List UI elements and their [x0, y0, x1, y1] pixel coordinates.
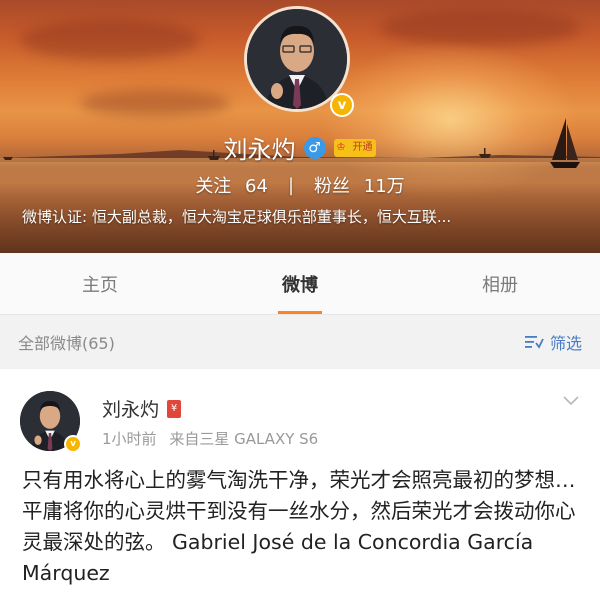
vip-badge[interactable]: ♔ 开通: [333, 138, 377, 157]
profile-stats: 关注 64 | 粉丝 11万: [0, 172, 600, 198]
crown-icon: ♔: [333, 138, 349, 157]
post-author-name[interactable]: 刘永灼: [102, 395, 159, 422]
red-packet-icon: ¥: [167, 399, 182, 418]
post-text: 只有用水将心上的雾气淘洗干净，荣光才会照亮最初的梦想…平庸将你的心灵烘干到没有一…: [22, 468, 576, 585]
post-source: 来自三星 GALAXY S6: [169, 430, 319, 448]
cloud-decoration: [380, 10, 580, 46]
post-meta: 1小时前 来自三星 GALAXY S6: [102, 428, 326, 449]
profile-name: 刘永灼: [223, 136, 296, 164]
post-time: 1小时前: [102, 430, 157, 448]
profile-tabs: 主页 微博 相册: [0, 253, 600, 315]
following-count: 64: [245, 176, 268, 197]
chevron-down-icon[interactable]: [562, 395, 580, 407]
male-icon: ♂: [303, 136, 326, 159]
person-avatar-image: [247, 9, 347, 109]
followers-stat[interactable]: 粉丝 11万: [314, 172, 405, 198]
filter-button-label: 筛选: [549, 334, 582, 353]
stats-separator: |: [287, 174, 295, 196]
filter-bar: 全部微博(65) 筛选: [0, 315, 600, 369]
tab-weibo[interactable]: 微博: [200, 253, 400, 314]
verification-info: 微博认证: 恒大副总裁，恒大淘宝足球俱乐部董事长，恒大互联...: [22, 208, 452, 226]
vip-badge-label: 开通: [348, 138, 377, 157]
tab-home[interactable]: 主页: [0, 253, 200, 314]
post-card[interactable]: v 刘永灼 ¥ 1小时前 来自三星 GALAXY S6 只有用水将心上的雾气淘洗…: [0, 369, 600, 610]
followers-count: 11万: [363, 176, 405, 197]
post-author-row: 刘永灼 ¥: [102, 395, 182, 422]
filter-button[interactable]: 筛选: [524, 330, 582, 354]
filter-icon: [524, 336, 544, 349]
cloud-decoration: [80, 90, 230, 116]
following-stat[interactable]: 关注 64: [195, 172, 268, 198]
all-posts-label[interactable]: 全部微博(65): [18, 330, 115, 354]
verified-badge-icon: v: [330, 93, 354, 117]
cloud-decoration: [20, 20, 200, 60]
verified-badge-icon: v: [64, 435, 82, 453]
tab-album[interactable]: 相册: [400, 253, 600, 314]
profile-name-row: 刘永灼 ♂ ♔ 开通: [0, 130, 600, 165]
followers-label: 粉丝: [314, 176, 351, 197]
following-label: 关注: [195, 176, 232, 197]
